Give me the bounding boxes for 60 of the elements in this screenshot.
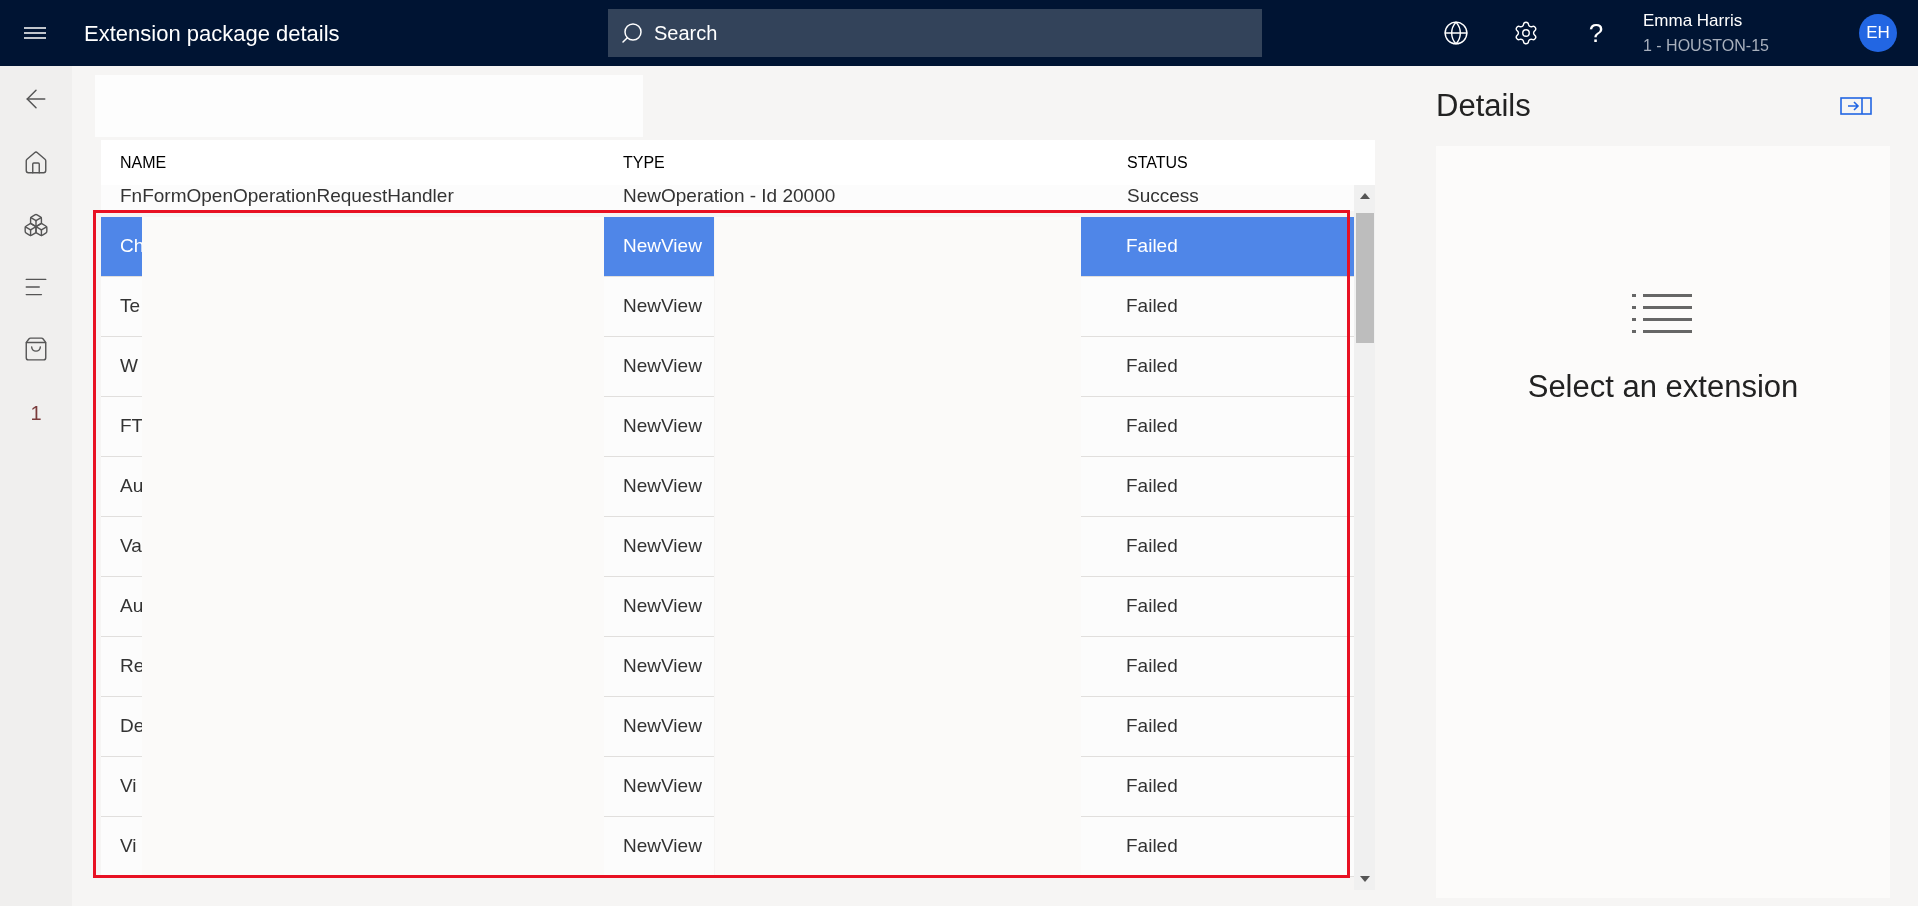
- table-cell[interactable]: NewView: [604, 757, 714, 817]
- table-cell[interactable]: Au: [101, 577, 142, 637]
- table-cell[interactable]: FT: [101, 397, 142, 457]
- bag-icon[interactable]: [23, 336, 49, 362]
- page-title: Extension package details: [84, 19, 341, 48]
- scroll-up-icon[interactable]: [1359, 193, 1370, 199]
- column-header[interactable]: STATUS: [1108, 150, 1207, 175]
- table-cell[interactable]: Vi: [101, 817, 142, 877]
- table-cell-text: NewOperation - Id 20000: [622, 185, 837, 207]
- search-field[interactable]: Search: [608, 9, 1262, 57]
- column-header[interactable]: NAME: [101, 150, 604, 175]
- table-cell-text: FnFormOpenOperationRequestHandler: [119, 185, 455, 207]
- table-cell[interactable]: Re: [101, 637, 142, 697]
- table-cell[interactable]: NewView: [604, 217, 714, 277]
- table-cell[interactable]: Au: [101, 457, 142, 517]
- table-cell[interactable]: Failed: [1080, 757, 1354, 817]
- table-cell[interactable]: De: [101, 697, 142, 757]
- scroll-down-icon[interactable]: [1359, 876, 1370, 882]
- table-cell[interactable]: Failed: [1080, 277, 1354, 337]
- menu-icon: [24, 27, 46, 39]
- settings-icon: [1513, 20, 1539, 46]
- table-cell-text: Success: [1126, 185, 1200, 207]
- table-cell[interactable]: Failed: [1080, 397, 1354, 457]
- search-icon: [620, 21, 644, 45]
- details-title: Details: [1436, 86, 1531, 125]
- sidebar-count[interactable]: 1: [30, 398, 42, 428]
- table-cell[interactable]: Va: [101, 517, 142, 577]
- table-cell[interactable]: Vi: [101, 757, 142, 817]
- table-cell[interactable]: NewView: [604, 817, 714, 877]
- list-icon: [1632, 294, 1694, 334]
- table-cell[interactable]: NewView: [604, 277, 714, 337]
- globe-icon: [1443, 20, 1469, 46]
- table-cell[interactable]: Failed: [1080, 457, 1354, 517]
- table-cell[interactable]: Failed: [1080, 217, 1354, 277]
- help-button[interactable]: ?: [1561, 0, 1631, 66]
- panel-collapse-icon[interactable]: [1840, 97, 1872, 115]
- table-cell[interactable]: Failed: [1080, 637, 1354, 697]
- store-name: 1 - HOUSTON-15: [1643, 35, 1770, 56]
- table-cell[interactable]: NewView: [604, 337, 714, 397]
- table-cell[interactable]: NewView: [604, 517, 714, 577]
- user-avatar[interactable]: EH: [1859, 14, 1897, 52]
- table-cell[interactable]: Failed: [1080, 817, 1354, 877]
- table-cell[interactable]: NewView: [604, 577, 714, 637]
- home-icon[interactable]: [23, 150, 49, 176]
- table-cell[interactable]: NewView: [604, 637, 714, 697]
- user-name: Emma Harris: [1643, 10, 1744, 33]
- empty-message: Select an extension: [1527, 368, 1799, 406]
- table-cell[interactable]: Failed: [1080, 697, 1354, 757]
- scrollbar-thumb[interactable]: [1355, 212, 1374, 343]
- boxes-icon[interactable]: [23, 212, 49, 238]
- table-cell[interactable]: Failed: [1080, 577, 1354, 637]
- scrollbar[interactable]: [1354, 185, 1375, 890]
- table-cell[interactable]: Failed: [1080, 517, 1354, 577]
- table-cell[interactable]: NewView: [604, 397, 714, 457]
- table-cell[interactable]: Te: [101, 277, 142, 337]
- table-cell[interactable]: NewView: [604, 697, 714, 757]
- table-cell[interactable]: Failed: [1080, 337, 1354, 397]
- table-cell[interactable]: NewView: [604, 457, 714, 517]
- column-header[interactable]: TYPE: [604, 150, 1108, 175]
- table-cell[interactable]: W: [101, 337, 142, 397]
